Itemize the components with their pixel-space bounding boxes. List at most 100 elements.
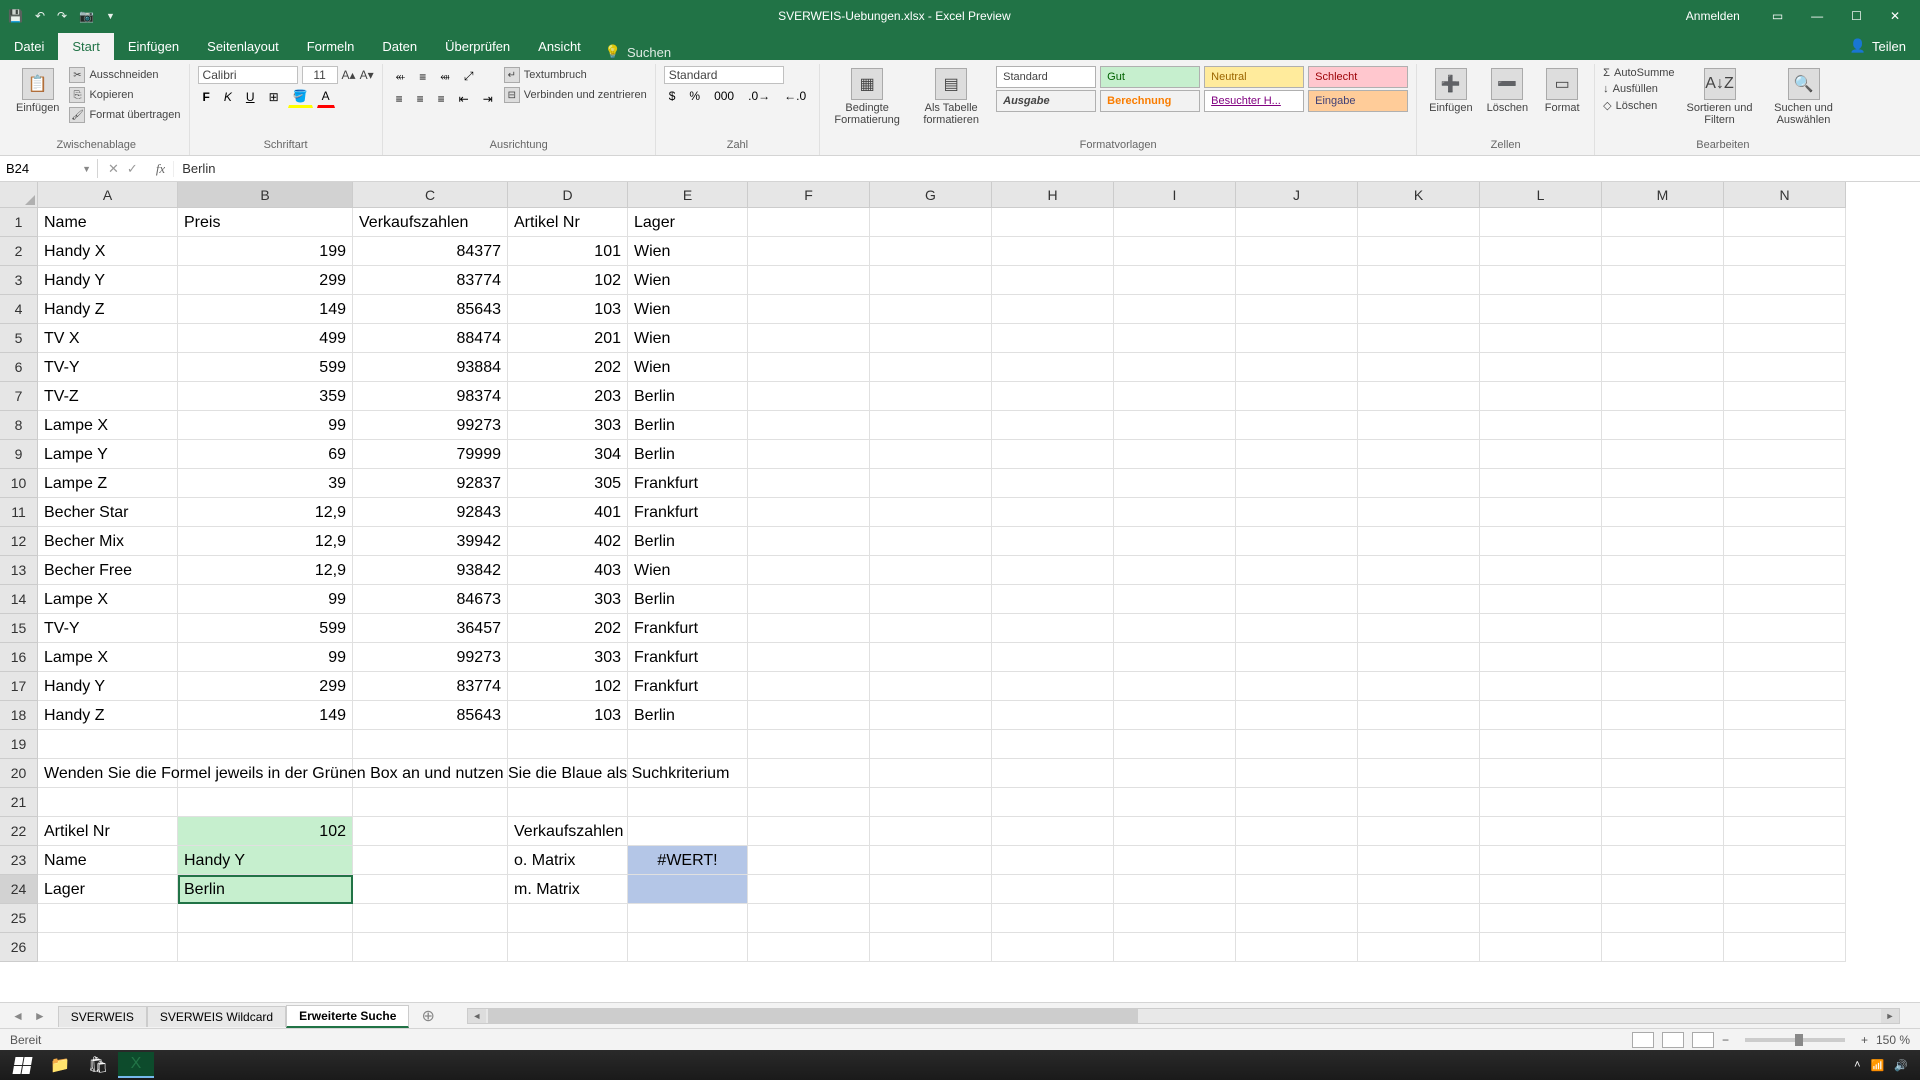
tab-file[interactable]: Datei (0, 33, 58, 60)
cell-F15[interactable] (748, 614, 870, 643)
cell-I7[interactable] (1114, 382, 1236, 411)
tray-network-icon[interactable]: 📶 (1871, 1059, 1885, 1072)
cell-K24[interactable] (1358, 875, 1480, 904)
cell-A16[interactable]: Lampe X (38, 643, 178, 672)
cell-M3[interactable] (1602, 266, 1724, 295)
cell-I14[interactable] (1114, 585, 1236, 614)
cell-M5[interactable] (1602, 324, 1724, 353)
cell-F25[interactable] (748, 904, 870, 933)
bold-button[interactable]: F (198, 87, 215, 107)
row-header-25[interactable]: 25 (0, 904, 38, 933)
cell-E22[interactable] (628, 817, 748, 846)
col-header-E[interactable]: E (628, 182, 748, 208)
row-header-23[interactable]: 23 (0, 846, 38, 875)
cell-K11[interactable] (1358, 498, 1480, 527)
align-top-icon[interactable]: ⬴ (391, 66, 411, 87)
cell-L10[interactable] (1480, 469, 1602, 498)
cell-H12[interactable] (992, 527, 1114, 556)
font-size-combo[interactable]: 11 (302, 66, 338, 84)
cell-K19[interactable] (1358, 730, 1480, 759)
cell-C21[interactable] (353, 788, 508, 817)
increase-font-icon[interactable]: A▴ (342, 68, 356, 82)
tab-pagelayout[interactable]: Seitenlayout (193, 33, 293, 60)
cell-E2[interactable]: Wien (628, 237, 748, 266)
cell-M19[interactable] (1602, 730, 1724, 759)
cell-K4[interactable] (1358, 295, 1480, 324)
cell-L14[interactable] (1480, 585, 1602, 614)
cell-H18[interactable] (992, 701, 1114, 730)
cell-M17[interactable] (1602, 672, 1724, 701)
cell-H11[interactable] (992, 498, 1114, 527)
cell-H20[interactable] (992, 759, 1114, 788)
cell-N4[interactable] (1724, 295, 1846, 324)
cell-D16[interactable]: 303 (508, 643, 628, 672)
cell-A3[interactable]: Handy Y (38, 266, 178, 295)
cell-C8[interactable]: 99273 (353, 411, 508, 440)
cell-J9[interactable] (1236, 440, 1358, 469)
cell-B3[interactable]: 299 (178, 266, 353, 295)
font-name-combo[interactable]: Calibri (198, 66, 298, 84)
cell-J2[interactable] (1236, 237, 1358, 266)
cell-C26[interactable] (353, 933, 508, 962)
cell-I4[interactable] (1114, 295, 1236, 324)
tab-insert[interactable]: Einfügen (114, 33, 193, 60)
cell-B15[interactable]: 599 (178, 614, 353, 643)
cell-A1[interactable]: Name (38, 208, 178, 237)
cell-G20[interactable] (870, 759, 992, 788)
cell-M2[interactable] (1602, 237, 1724, 266)
cell-M15[interactable] (1602, 614, 1724, 643)
row-header-8[interactable]: 8 (0, 411, 38, 440)
cell-A11[interactable]: Becher Star (38, 498, 178, 527)
cell-K20[interactable] (1358, 759, 1480, 788)
cell-D7[interactable]: 203 (508, 382, 628, 411)
style-berechnung[interactable]: Berechnung (1100, 90, 1200, 112)
cell-H5[interactable] (992, 324, 1114, 353)
style-gut[interactable]: Gut (1100, 66, 1200, 88)
row-header-14[interactable]: 14 (0, 585, 38, 614)
cell-L25[interactable] (1480, 904, 1602, 933)
cell-K23[interactable] (1358, 846, 1480, 875)
cell-G15[interactable] (870, 614, 992, 643)
align-bottom-icon[interactable]: ⬵ (435, 66, 455, 87)
cell-D1[interactable]: Artikel Nr (508, 208, 628, 237)
cell-B5[interactable]: 499 (178, 324, 353, 353)
cell-K7[interactable] (1358, 382, 1480, 411)
sheet-nav-first-icon[interactable]: ◄ (12, 1009, 24, 1023)
cell-F24[interactable] (748, 875, 870, 904)
cell-D17[interactable]: 102 (508, 672, 628, 701)
row-header-10[interactable]: 10 (0, 469, 38, 498)
cell-B13[interactable]: 12,9 (178, 556, 353, 585)
cell-H16[interactable] (992, 643, 1114, 672)
accept-formula-icon[interactable]: ✓ (127, 161, 138, 177)
cell-C22[interactable] (353, 817, 508, 846)
cell-C5[interactable]: 88474 (353, 324, 508, 353)
cell-M4[interactable] (1602, 295, 1724, 324)
cell-L17[interactable] (1480, 672, 1602, 701)
cell-K1[interactable] (1358, 208, 1480, 237)
excel-taskbar-icon[interactable]: X (118, 1052, 154, 1078)
cell-K2[interactable] (1358, 237, 1480, 266)
scroll-right-icon[interactable]: ► (1881, 1009, 1899, 1023)
row-header-17[interactable]: 17 (0, 672, 38, 701)
cell-N14[interactable] (1724, 585, 1846, 614)
cell-G26[interactable] (870, 933, 992, 962)
cell-C19[interactable] (353, 730, 508, 759)
cell-A19[interactable] (38, 730, 178, 759)
cell-K13[interactable] (1358, 556, 1480, 585)
cell-F23[interactable] (748, 846, 870, 875)
cell-G25[interactable] (870, 904, 992, 933)
cell-B12[interactable]: 12,9 (178, 527, 353, 556)
cell-M18[interactable] (1602, 701, 1724, 730)
row-header-2[interactable]: 2 (0, 237, 38, 266)
format-cells-button[interactable]: ▭Format (1538, 66, 1586, 116)
cell-J6[interactable] (1236, 353, 1358, 382)
cell-F18[interactable] (748, 701, 870, 730)
cell-I16[interactable] (1114, 643, 1236, 672)
cell-N9[interactable] (1724, 440, 1846, 469)
cell-H25[interactable] (992, 904, 1114, 933)
cell-I8[interactable] (1114, 411, 1236, 440)
cell-C9[interactable]: 79999 (353, 440, 508, 469)
row-header-22[interactable]: 22 (0, 817, 38, 846)
cell-C24[interactable] (353, 875, 508, 904)
cell-B25[interactable] (178, 904, 353, 933)
